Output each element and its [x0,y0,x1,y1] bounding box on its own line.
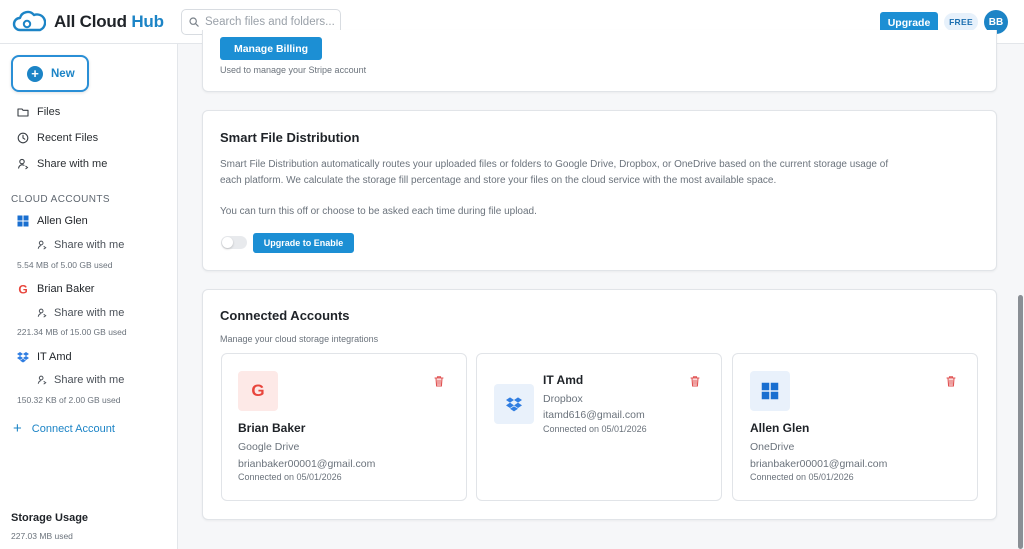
search-input[interactable] [205,16,335,28]
sidebar-share-allen-glen[interactable]: Share with me [37,239,124,251]
storage-usage-title: Storage Usage [11,512,89,524]
toggle-knob [222,237,233,248]
sidebar-item-label: Files [37,106,61,118]
upgrade-to-enable-button[interactable]: Upgrade to Enable [253,233,354,253]
storage-usage-value: 227.03 MB used [11,531,73,541]
onedrive-icon [17,215,29,227]
sidebar-item-label: Recent Files [37,132,99,144]
account-name: Allen Glen [37,215,88,227]
sidebar-item-label: Share with me [37,158,108,170]
account-email: itamd616@gmail.com [543,409,645,421]
delete-icon[interactable] [433,375,445,387]
connect-account-button[interactable]: + Connect Account [13,421,115,436]
smart-distribution-toggle[interactable] [221,236,247,249]
person-share-icon [37,240,47,250]
sidebar-account-allen-glen[interactable]: Allen Glen [17,215,88,227]
clock-icon [17,132,29,144]
plus-icon: + [27,65,43,82]
account-email: brianbaker00001@gmail.com [750,458,888,470]
google-drive-icon: G [18,283,27,295]
account-connected-date: Connected on 05/01/2026 [238,472,342,482]
person-share-icon [37,375,47,385]
plus-icon: + [13,420,22,437]
dropbox-icon [17,352,29,363]
dropbox-icon [494,384,534,424]
account-usage: 221.34 MB of 15.00 GB used [17,327,127,337]
account-name: Allen Glen [750,421,810,435]
sidebar-share-it-amd[interactable]: Share with me [37,374,124,386]
sidebar-item-recent-files[interactable]: Recent Files [17,132,98,144]
search-icon [189,17,199,27]
smart-distribution-description: Smart File Distribution automatically ro… [220,159,889,186]
cloud-logo-icon [12,10,46,32]
connected-accounts-title: Connected Accounts [220,308,350,323]
app-logo[interactable]: All Cloud Hub [12,10,164,34]
app-name: All Cloud Hub [54,12,164,31]
account-usage: 5.54 MB of 5.00 GB used [17,260,113,270]
person-share-icon [37,308,47,318]
sidebar-item-share-with-me[interactable]: Share with me [17,158,107,170]
account-connected-date: Connected on 05/01/2026 [750,472,854,482]
share-label: Share with me [54,307,125,319]
sidebar-account-brian-baker[interactable]: G Brian Baker [17,283,94,295]
sidebar-account-it-amd[interactable]: IT Amd [17,351,72,363]
account-name: Brian Baker [37,283,95,295]
cloud-accounts-heading: CLOUD ACCOUNTS [11,194,110,205]
connect-account-label: Connect Account [31,422,115,435]
account-usage: 150.32 KB of 2.00 GB used [17,395,121,405]
sidebar: + New Files Recent Files Share with me C… [0,44,178,549]
account-name: IT Amd [543,373,584,387]
delete-icon[interactable] [945,375,957,387]
smart-distribution-note: You can turn this off or choose to be as… [220,206,537,217]
billing-note: Used to manage your Stripe account [220,65,367,75]
account-name: IT Amd [37,351,72,363]
folder-icon [17,108,29,117]
plan-badge: FREE [944,13,978,31]
new-button[interactable]: + New [11,55,89,92]
account-name: Brian Baker [238,421,306,435]
person-share-icon [17,158,29,170]
account-provider: OneDrive [750,441,795,453]
account-provider: Google Drive [238,441,300,453]
sidebar-item-files[interactable]: Files [17,106,60,118]
account-provider: Dropbox [543,393,583,405]
scrollbar-thumb[interactable] [1018,295,1023,549]
account-connected-date: Connected on 05/01/2026 [543,424,647,434]
sidebar-share-brian-baker[interactable]: Share with me [37,307,124,319]
manage-billing-button[interactable]: Manage Billing [220,37,322,60]
new-button-label: New [51,67,75,80]
account-email: brianbaker00001@gmail.com [238,458,376,470]
connected-accounts-subtitle: Manage your cloud storage integrations [220,334,379,344]
svg-text:G: G [18,283,27,295]
windows-icon [750,371,790,411]
share-label: Share with me [54,239,125,251]
delete-icon[interactable] [689,375,701,387]
share-label: Share with me [54,374,125,386]
google-icon: G [238,371,278,411]
smart-distribution-title: Smart File Distribution [220,130,360,145]
